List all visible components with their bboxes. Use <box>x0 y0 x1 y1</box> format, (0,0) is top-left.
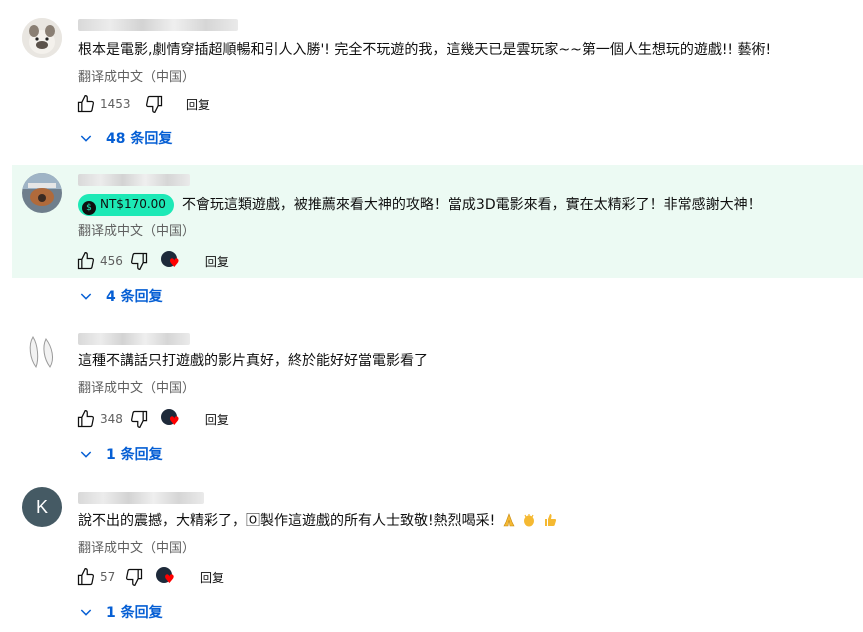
comment-actions: 456 ♥ 回复 <box>74 249 229 273</box>
reply-button[interactable]: 回复 <box>186 96 210 113</box>
dislike-icon[interactable] <box>127 407 151 431</box>
like-icon[interactable] <box>74 92 98 116</box>
username[interactable] <box>78 333 190 345</box>
replies-count: 48 条回复 <box>106 131 173 147</box>
dislike-icon[interactable] <box>127 249 151 273</box>
thumbs-up-icon <box>543 513 557 527</box>
like-count: 1453 <box>100 97 131 111</box>
like-count: 456 <box>100 254 123 268</box>
view-replies-button[interactable]: 1 条回复 <box>78 600 163 624</box>
folded-hands-icon <box>502 513 516 527</box>
like-icon[interactable] <box>74 407 98 431</box>
comment-actions: 348 ♥ 回复 <box>74 407 229 431</box>
translate-link[interactable]: 翻译成中文（中国） <box>78 537 195 556</box>
chevron-down-icon <box>78 130 94 146</box>
heart-icon: ♥ <box>168 256 180 270</box>
creator-heart: ♥ <box>160 407 185 431</box>
replies-count: 1 条回复 <box>106 605 163 621</box>
heart-icon: ♥ <box>168 414 180 428</box>
reply-button[interactable]: 回复 <box>205 253 229 270</box>
user-avatar[interactable] <box>22 173 62 213</box>
comment-thread: $ NT$170.00 不會玩這類遊戲，被推薦來看大神的攻略！當成3D電影來看，實在… <box>0 165 863 325</box>
comment-text: 這種不講話只打遊戲的影片真好，終於能好好當電影看了 <box>78 353 428 369</box>
view-replies-button[interactable]: 4 条回复 <box>78 284 163 308</box>
view-replies-button[interactable]: 48 条回复 <box>78 126 172 150</box>
dollar-coin-icon: $ <box>82 201 96 215</box>
reply-button[interactable]: 回复 <box>205 411 229 428</box>
replies-count: 4 条回复 <box>106 289 163 305</box>
comment-thread: K 說不出的震撼，大精彩了，🄾製作這遊戲的所有人士致敬!熱烈喝采! 翻译成中文（… <box>0 480 863 632</box>
user-avatar[interactable]: K <box>22 487 62 527</box>
super-thanks-badge: $ NT$170.00 <box>78 194 174 216</box>
chevron-down-icon <box>78 446 94 462</box>
heart-icon: ♥ <box>164 572 175 586</box>
user-avatar[interactable] <box>22 18 62 58</box>
clapping-hands-icon <box>522 513 536 527</box>
translate-link[interactable]: 翻译成中文（中国） <box>78 377 195 396</box>
comment-text: 根本是電影,劇情穿插超順暢和引人入勝'! 完全不玩遊的我，這幾天已是雲玩家~~第… <box>78 42 772 58</box>
translate-link[interactable]: 翻译成中文（中国） <box>78 220 195 239</box>
dislike-icon[interactable] <box>122 565 146 589</box>
replies-count: 1 条回复 <box>106 447 163 463</box>
user-avatar[interactable] <box>22 331 62 371</box>
comment-actions: 57 ♥ 回复 <box>74 565 224 589</box>
username[interactable] <box>78 492 204 504</box>
like-icon[interactable] <box>74 565 98 589</box>
comment-thread: 這種不講話只打遊戲的影片真好，終於能好好當電影看了 翻译成中文（中国） 348 … <box>0 325 863 480</box>
reply-button[interactable]: 回复 <box>200 569 224 586</box>
like-count: 57 <box>100 570 116 584</box>
translate-link[interactable]: 翻译成中文（中国） <box>78 66 195 85</box>
like-count: 348 <box>100 412 123 426</box>
like-icon[interactable] <box>74 249 98 273</box>
creator-heart: ♥ <box>156 565 180 589</box>
avatar-letter: K <box>35 496 48 517</box>
comment-text: 說不出的震撼，大精彩了，🄾製作這遊戲的所有人士致敬!熱烈喝采! <box>78 513 496 529</box>
chevron-down-icon <box>78 288 94 304</box>
view-replies-button[interactable]: 1 条回复 <box>78 442 163 466</box>
creator-heart: ♥ <box>160 249 185 273</box>
comment-actions: 1453 回复 <box>74 92 210 116</box>
username[interactable] <box>78 174 190 186</box>
super-thanks-amount: NT$170.00 <box>100 197 166 211</box>
chevron-down-icon <box>78 604 94 620</box>
comment-thread: 根本是電影,劇情穿插超順暢和引人入勝'! 完全不玩遊的我，這幾天已是雲玩家~~第… <box>0 0 863 160</box>
comment-text-line: $ NT$170.00 不會玩這類遊戲，被推薦來看大神的攻略！當成3D電影來看，實在… <box>78 194 762 216</box>
username[interactable] <box>78 19 238 31</box>
dislike-icon[interactable] <box>142 92 166 116</box>
comment-text-line: 說不出的震撼，大精彩了，🄾製作這遊戲的所有人士致敬!熱烈喝采! <box>78 511 557 531</box>
comment-text: 不會玩這類遊戲，被推薦來看大神的攻略！當成3D電影來看，實在太精彩了！非常感謝大… <box>181 197 762 213</box>
